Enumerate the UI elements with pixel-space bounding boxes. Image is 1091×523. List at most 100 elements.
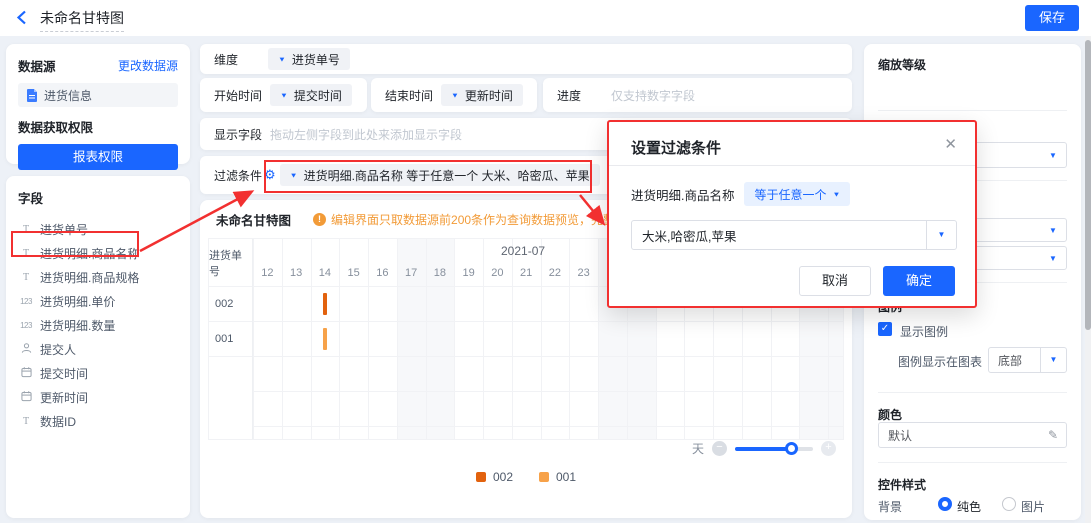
topbar: 未命名甘特图 保存 (0, 0, 1091, 36)
field-item[interactable]: T进货明细.商品规格 (18, 265, 178, 289)
datasource-card: 数据源 更改数据源 进货信息 数据获取权限 报表权限 (6, 44, 190, 164)
fields-card: 字段 T进货单号T进货明细.商品名称T进货明细.商品规格123进货明细.单价12… (6, 176, 190, 518)
slider-handle[interactable] (785, 442, 798, 455)
filter-value-select[interactable]: 大米,哈密瓜,苹果 ▼ (631, 220, 957, 250)
fields-title: 字段 (18, 188, 178, 207)
back-button[interactable] (16, 10, 30, 26)
gantt-day-label: 21 (512, 261, 541, 286)
number-field-icon: 123 (18, 297, 34, 306)
start-time-label: 开始时间 (214, 87, 270, 104)
legend-item-001[interactable]: 001 (539, 470, 576, 484)
caret-down-icon: ▼ (280, 91, 288, 99)
gantt-day-label: 23 (569, 261, 598, 286)
field-item[interactable]: 提交时间 (18, 361, 178, 385)
start-time-row: 开始时间 ▼ 提交时间 (200, 78, 367, 112)
operator-select[interactable]: 等于任意一个 ▼ (744, 182, 850, 206)
color-section-title: 颜色 (878, 406, 902, 423)
bg-image-radio[interactable] (1002, 497, 1016, 511)
field-item[interactable]: T进货明细.商品名称 (18, 241, 178, 265)
zoom-in-button[interactable]: + (821, 441, 836, 456)
caret-down-icon: ▼ (1040, 151, 1066, 160)
end-time-label: 结束时间 (385, 87, 441, 104)
gantt-day-label: 13 (282, 261, 311, 286)
calendar-field-icon (18, 366, 34, 381)
close-icon[interactable]: ✕ (944, 135, 957, 153)
field-item[interactable]: 提交人 (18, 337, 178, 361)
progress-label: 进度 (557, 87, 597, 104)
end-time-chip[interactable]: ▼ 更新时间 (441, 84, 523, 106)
scrollbar-thumb[interactable] (1085, 40, 1091, 330)
gantt-month-label: 2021-07 (501, 244, 545, 258)
person-field-icon (18, 342, 34, 357)
show-legend-label: 显示图例 (900, 323, 948, 340)
text-field-icon: T (18, 248, 34, 259)
gantt-row-label: 002 (209, 287, 252, 322)
app-canvas: 未命名甘特图 保存 数据源 更改数据源 进货信息 数据获取权限 报表权限 字段 … (0, 0, 1091, 523)
scrollbar-track[interactable] (1085, 36, 1091, 523)
cancel-button[interactable]: 取消 (799, 266, 871, 296)
color-input[interactable]: 默认 ✎ (878, 422, 1067, 448)
report-permission-button[interactable]: 报表权限 (18, 144, 178, 170)
filter-condition-chip[interactable]: ▼ 进货明细.商品名称 等于任意一个 大米、哈密瓜、苹果 (280, 164, 600, 186)
gantt-day-label: 20 (483, 261, 512, 286)
end-time-row: 结束时间 ▼ 更新时间 (371, 78, 537, 112)
gantt-day-label: 22 (541, 261, 570, 286)
text-field-icon: T (18, 272, 34, 283)
chevron-left-icon (16, 10, 27, 25)
gantt-day-label: 19 (454, 261, 483, 286)
progress-placeholder[interactable]: 仅支持数字字段 (611, 87, 695, 104)
zoom-slider: 天 − + (692, 440, 836, 457)
warning-icon: ! (313, 213, 326, 226)
save-button[interactable]: 保存 (1025, 5, 1079, 31)
gantt-day-label: 16 (368, 261, 397, 286)
legend-swatch (476, 472, 486, 482)
field-item[interactable]: 更新时间 (18, 385, 178, 409)
change-datasource-link[interactable]: 更改数据源 (118, 57, 178, 74)
zoom-section-title: 缩放等级 (878, 56, 926, 73)
gantt-day-label: 17 (397, 261, 426, 286)
display-fields-label: 显示字段 (214, 126, 270, 143)
datasource-name: 进货信息 (44, 87, 92, 104)
caret-down-icon: ▼ (278, 55, 286, 63)
field-item[interactable]: T进货单号 (18, 217, 178, 241)
preview-title: 未命名甘特图 (216, 210, 291, 229)
filter-settings-gear-icon[interactable]: ⚙︎ (264, 167, 276, 183)
show-legend-checkbox[interactable]: ✓ (878, 322, 892, 336)
legend-position-label: 图例显示在图表 (898, 353, 982, 370)
edit-icon[interactable]: ✎ (1048, 428, 1058, 442)
gantt-day-label: 14 (311, 261, 340, 286)
permission-title: 数据获取权限 (18, 117, 178, 136)
dimension-chip[interactable]: ▼ 进货单号 (268, 48, 350, 70)
bg-image-label: 图片 (1021, 498, 1045, 515)
modal-title: 设置过滤条件 (631, 137, 721, 158)
legend-swatch (539, 472, 549, 482)
zoom-out-button[interactable]: − (712, 441, 727, 456)
text-field-icon: T (18, 224, 34, 235)
datasource-title: 数据源 (18, 56, 56, 75)
chart-legend: 002 001 (200, 470, 852, 484)
caret-down-icon: ▼ (1040, 226, 1066, 235)
caret-down-icon: ▼ (1040, 254, 1066, 263)
gantt-bar-001 (323, 328, 327, 350)
legend-item-002[interactable]: 002 (476, 470, 513, 484)
field-item[interactable]: T数据ID (18, 409, 178, 433)
bg-solid-radio[interactable] (938, 497, 952, 511)
number-field-icon: 123 (18, 321, 34, 330)
gantt-day-label: 18 (426, 261, 455, 286)
display-fields-dropzone[interactable]: 拖动左侧字段到此处来添加显示字段 (270, 126, 462, 143)
dimension-label: 维度 (214, 51, 254, 68)
field-item[interactable]: 123进货明细.单价 (18, 289, 178, 313)
dimension-row: 维度 ▼ 进货单号 (200, 44, 852, 74)
filter-label: 过滤条件 (214, 167, 270, 184)
slider-track[interactable] (735, 447, 813, 451)
legend-position-select[interactable]: 底部 ▼ (988, 347, 1067, 373)
start-time-chip[interactable]: ▼ 提交时间 (270, 84, 352, 106)
text-field-icon: T (18, 416, 34, 427)
datasource-item[interactable]: 进货信息 (18, 83, 178, 107)
confirm-button[interactable]: 确定 (883, 266, 955, 296)
gantt-row-labels: 002001 (209, 287, 252, 357)
field-item[interactable]: 123进货明细.数量 (18, 313, 178, 337)
gantt-day-label: 12 (253, 261, 282, 286)
gantt-row-header: 进货单号 (209, 239, 252, 287)
page-title[interactable]: 未命名甘特图 (40, 8, 124, 32)
